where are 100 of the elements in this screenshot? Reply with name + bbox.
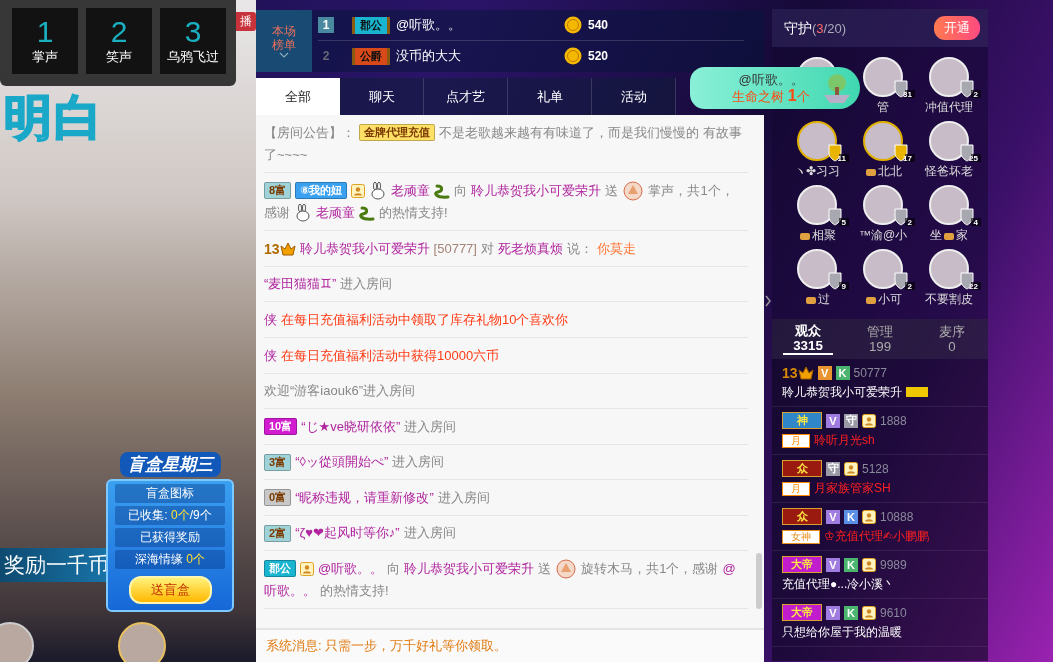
user-badge: 郡公: [264, 560, 296, 578]
message-text: 进入房间: [403, 524, 456, 543]
guard-name: 家: [956, 227, 968, 244]
username[interactable]: 聆儿恭贺我小可爱荣升: [471, 179, 602, 202]
name-tag: 月: [782, 481, 810, 496]
crown-icon: [797, 365, 814, 380]
message-text: 你莫走: [596, 239, 636, 258]
shield-badge-icon: [891, 271, 915, 291]
gift-icon: [622, 179, 645, 202]
username[interactable]: 月家族管家SH: [814, 480, 891, 497]
scrollbar-thumb[interactable]: [756, 553, 762, 609]
user-tag: V: [826, 605, 840, 620]
gift-text: 生命之树 1个: [732, 87, 810, 105]
send-blind-box-button[interactable]: 送盲盒: [128, 576, 212, 604]
level-number: 13: [264, 240, 280, 257]
blind-box-row: 已收集: 0个/9个: [115, 506, 225, 525]
sender-name: @听歌。。: [738, 71, 804, 88]
username[interactable]: 聆儿恭贺我小可爱荣升: [299, 237, 430, 260]
message-text: 在每日充值福利活动中领取了库存礼物10个喜欢你: [281, 310, 569, 329]
username[interactable]: 老顽童: [316, 202, 355, 225]
username[interactable]: 老顽童: [391, 179, 431, 202]
guard-level: 2: [973, 90, 978, 99]
user-icon: [862, 509, 876, 524]
rank-badge: 郡公: [352, 16, 390, 34]
username[interactable]: ♔充值代理✍小鹏鹏: [824, 528, 929, 545]
username[interactable]: 只想给你屋于我的温暖: [782, 624, 902, 641]
coin-count: 520: [588, 49, 609, 63]
username[interactable]: 聆儿恭贺我小可爱荣升: [782, 383, 902, 401]
chat-tab[interactable]: 全部: [256, 78, 340, 115]
username[interactable]: 没币的大大: [396, 47, 556, 65]
username[interactable]: 充值代理●...冷小溪丶: [782, 576, 896, 593]
chat-tab[interactable]: 活动: [592, 78, 676, 115]
username[interactable]: “◊ッ從頭開始ぺ”: [295, 451, 389, 474]
guard-level: 2: [907, 282, 912, 291]
chevron-down-icon: [279, 52, 289, 58]
guard-level: 17: [903, 154, 912, 163]
user-id: 1888: [880, 413, 907, 428]
user-badge: 2富: [264, 524, 292, 542]
username[interactable]: 听歌。。: [264, 580, 316, 603]
username[interactable]: “昵称违规，请重新修改”: [295, 486, 434, 509]
user-tag: V: [826, 557, 840, 572]
guard-name: ™渝@小: [858, 227, 908, 244]
guard-name: ヽ✤习习: [793, 163, 841, 180]
user-icon: [862, 605, 876, 620]
message-text: 在每日充值福利活动中获得10000六币: [281, 346, 500, 365]
message-text: 向: [454, 181, 468, 200]
username[interactable]: 侠: [264, 308, 277, 331]
name-icon: [798, 230, 811, 241]
shortcut-label: 掌声: [32, 48, 58, 66]
audience-tab[interactable]: 管理 199: [844, 319, 916, 359]
activate-button[interactable]: 开通: [934, 16, 980, 40]
message-text: 欢迎“游客iaouk6”进入房间: [264, 382, 415, 401]
coin-icon: [564, 16, 582, 34]
guard-name: 过: [817, 291, 830, 308]
leaderboard-label: 本场榜单: [271, 24, 297, 52]
message-text: 的热情支持!: [379, 204, 448, 223]
username[interactable]: 死老烦真烦: [497, 237, 563, 260]
name-icon: [804, 294, 817, 305]
rank-number: 1: [318, 17, 334, 33]
message-text: 感谢: [264, 204, 290, 223]
snake-icon: [434, 182, 451, 199]
user-badge: 金牌代理充值: [359, 124, 435, 142]
live-tag: 播: [236, 12, 256, 31]
username[interactable]: “ζ♥❤起风时等你♪”: [295, 522, 400, 545]
level-number: 13: [782, 364, 798, 381]
guard-name: 小可: [877, 291, 902, 308]
guard-level: 5: [841, 218, 846, 227]
guard-name: 坐: [930, 227, 942, 244]
coin-count: 540: [588, 18, 609, 32]
blind-box-row: 深海情缘 0个: [115, 550, 225, 569]
audience-tab[interactable]: 观众 3315: [772, 319, 844, 359]
rank-number: 2: [321, 48, 331, 64]
gift-shortcut[interactable]: 3 乌鸦飞过: [160, 8, 226, 74]
chat-tab[interactable]: 聊天: [340, 78, 424, 115]
gift-shortcut[interactable]: 1 掌声: [12, 8, 78, 74]
username[interactable]: “麦田猫猫♊”: [264, 273, 337, 296]
username[interactable]: 聆听月光sh: [814, 432, 875, 449]
username[interactable]: @: [722, 557, 736, 580]
audience-tab[interactable]: 麦序 0: [916, 319, 988, 359]
chat-tab[interactable]: 点才艺: [424, 78, 508, 115]
message-text: 送: [538, 559, 552, 578]
guard-count: (3/20): [812, 20, 846, 36]
guard-name: 怪爸坏老: [925, 163, 973, 180]
shortcut-label: 笑声: [106, 48, 132, 66]
gift-shortcut[interactable]: 2 笑声: [86, 8, 152, 74]
user-tag: V: [826, 509, 840, 524]
collapse-chevron-icon[interactable]: [764, 294, 772, 308]
rank-badge: 神: [782, 412, 822, 429]
username[interactable]: “じ★ve晓研依依”: [301, 415, 401, 438]
username[interactable]: 侠: [264, 344, 277, 367]
message-text: 进入房间: [392, 453, 445, 472]
user-badge: 3富: [264, 453, 292, 471]
message-text: 掌声，共1个，: [648, 181, 734, 200]
user-icon: [862, 557, 876, 572]
leaderboard-toggle[interactable]: 本场榜单: [256, 10, 312, 72]
username[interactable]: @听歌。。: [318, 557, 384, 580]
username[interactable]: @听歌。。: [396, 16, 556, 34]
system-message: 系统消息: 只需一步，万千好礼等你领取。: [256, 628, 764, 662]
chat-tab[interactable]: 礼单: [508, 78, 592, 115]
username[interactable]: 聆儿恭贺我小可爱荣升: [404, 557, 535, 580]
